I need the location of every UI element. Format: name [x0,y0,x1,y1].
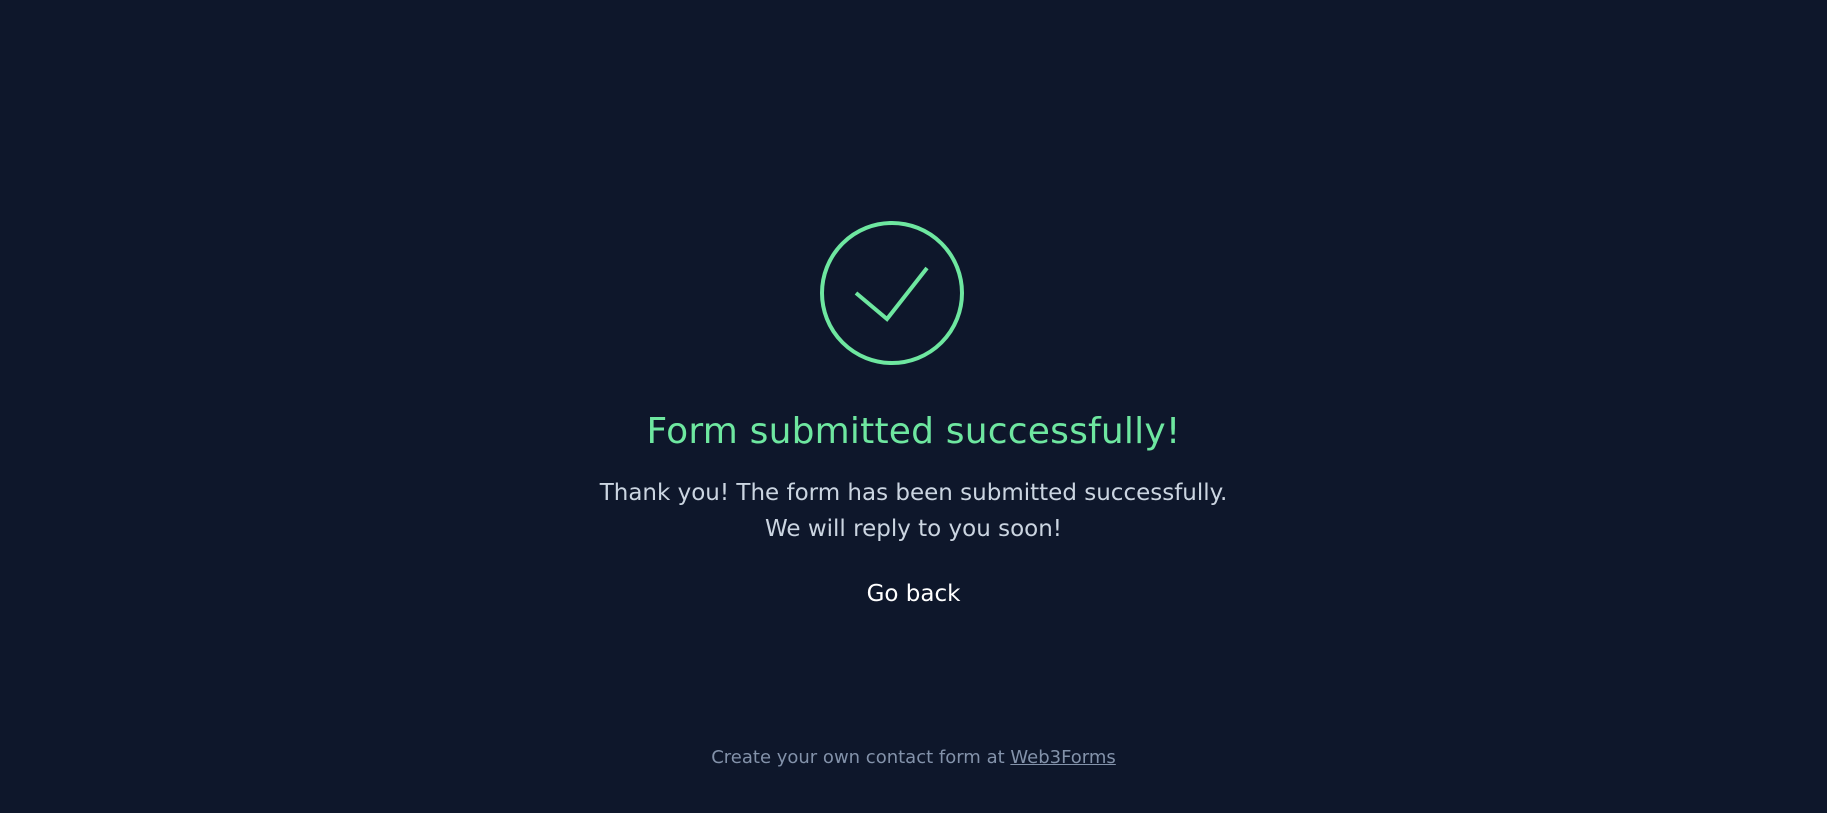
go-back-link[interactable]: Go back [867,581,961,607]
check-circle-icon [819,220,965,366]
go-back-container: Go back [0,576,1827,612]
success-page: Form submitted successfully! Thank you! … [0,0,1827,813]
footer: Create your own contact form at Web3Form… [0,744,1827,772]
web3forms-link[interactable]: Web3Forms [1010,747,1115,768]
footer-text: Create your own contact form at [711,747,1011,768]
success-message-line-1: Thank you! The form has been submitted s… [599,480,1228,506]
success-message: Thank you! The form has been submitted s… [0,475,1827,547]
success-message-line-2: We will reply to you soon! [764,516,1063,542]
page-title: Form submitted successfully! [646,411,1181,452]
